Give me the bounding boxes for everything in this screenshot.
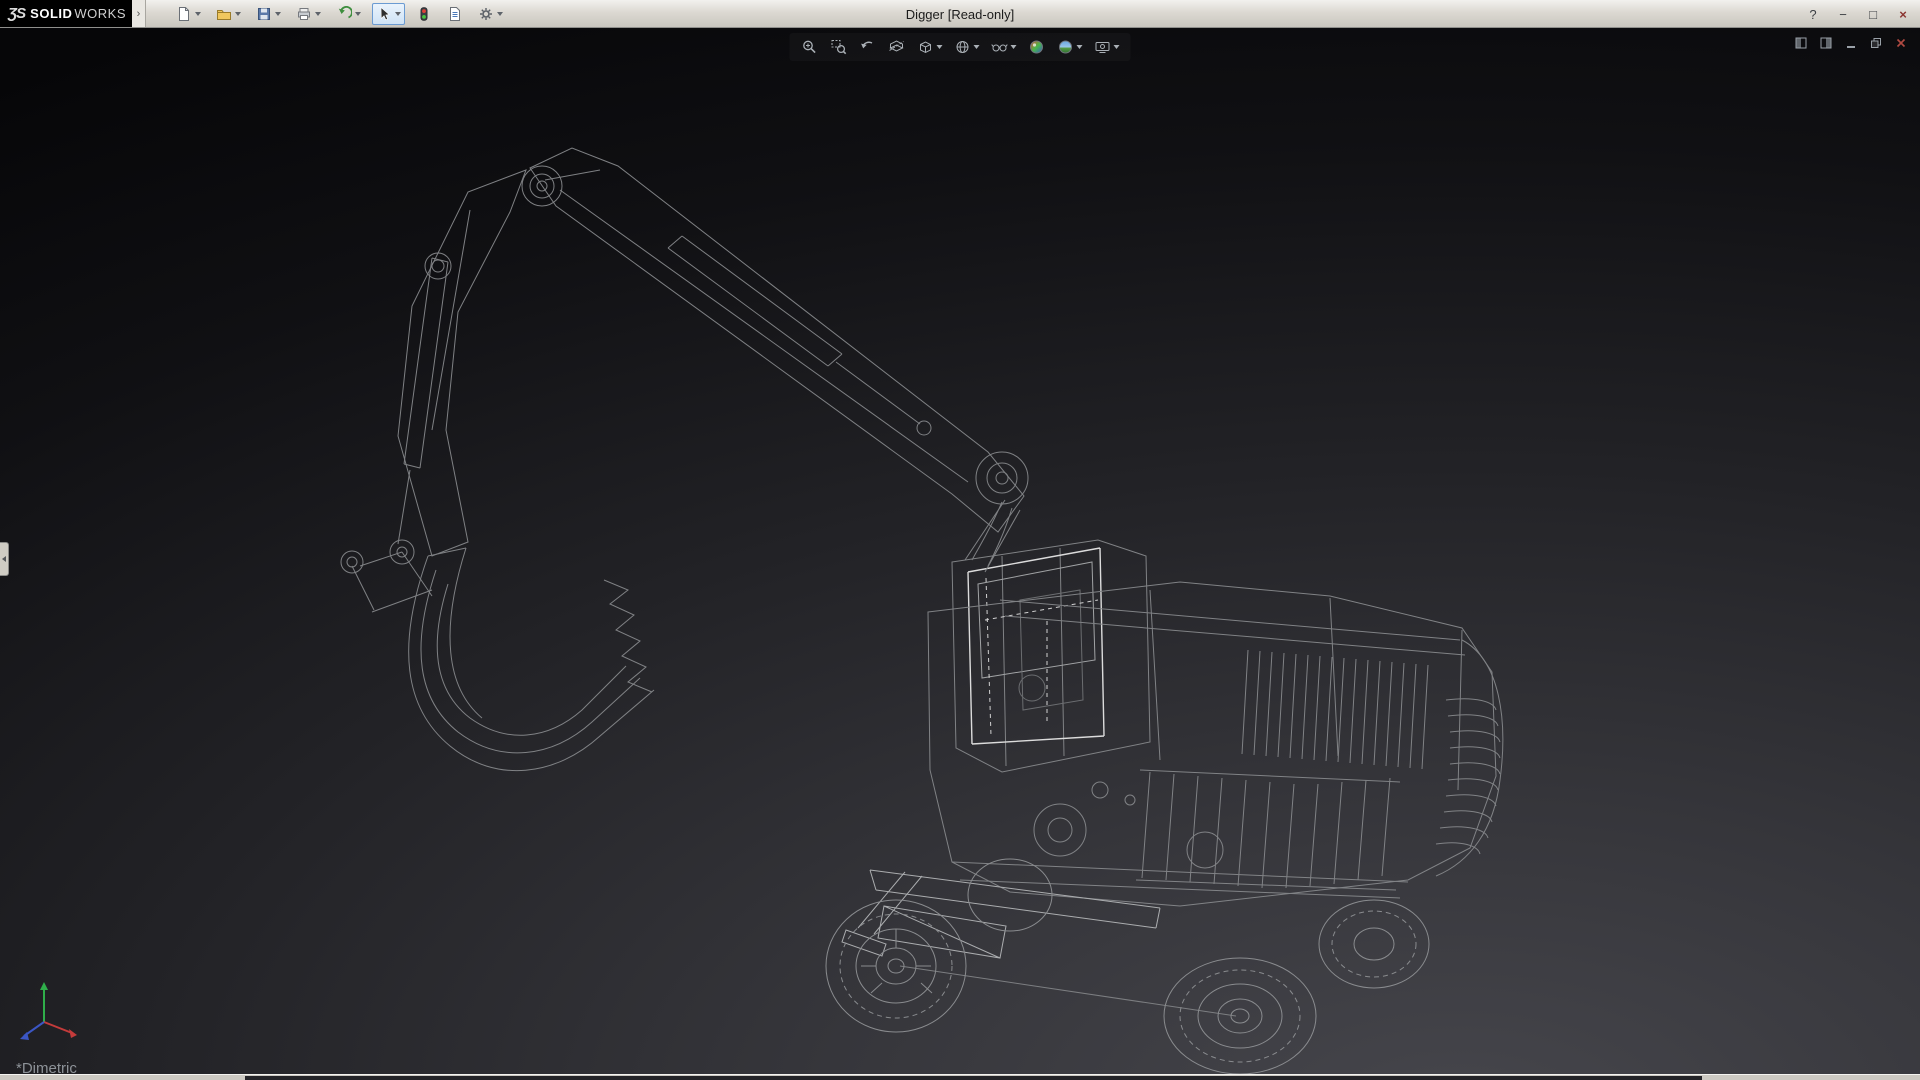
view-orientation-cube-icon <box>917 38 935 56</box>
chevron-down-icon[interactable] <box>275 12 281 16</box>
select-cursor-icon <box>376 6 392 22</box>
chevron-down-icon[interactable] <box>195 12 201 16</box>
section-view-button[interactable] <box>885 35 909 59</box>
help-button[interactable]: ? <box>1802 5 1824 23</box>
open-folder-icon <box>216 6 232 22</box>
digger-body[interactable] <box>928 500 1503 906</box>
headsup-view-toolbar <box>790 33 1131 61</box>
apply-scene-button[interactable] <box>1054 35 1086 59</box>
undo-button[interactable] <box>332 3 365 25</box>
bottom-bar <box>0 1074 1920 1080</box>
display-style-button[interactable] <box>951 35 983 59</box>
chevron-down-icon[interactable] <box>974 45 980 49</box>
chevron-down-icon[interactable] <box>395 12 401 16</box>
new-document-icon <box>176 6 192 22</box>
doc-close-button[interactable] <box>1892 35 1910 51</box>
orientation-label: *Dimetric <box>16 1060 77 1074</box>
chevron-down-icon[interactable] <box>1077 45 1083 49</box>
minimize-button[interactable]: − <box>1832 5 1854 23</box>
digger-boom-arm[interactable] <box>341 170 526 612</box>
digger-wheels[interactable] <box>826 859 1429 1074</box>
doc-window-left-button[interactable] <box>1792 35 1810 51</box>
standard-toolbar <box>146 0 507 27</box>
brand-solid: SOLID <box>30 6 72 21</box>
zoom-to-fit-button[interactable] <box>798 35 822 59</box>
titlebar: ƷS SOLIDWORKS › <box>0 0 1920 28</box>
edit-appearance-ball-icon <box>1028 38 1046 56</box>
chevron-down-icon[interactable] <box>1114 45 1120 49</box>
document-window-controls <box>1792 35 1910 51</box>
chevron-down-icon[interactable] <box>497 12 503 16</box>
doc-minimize-icon <box>1844 36 1858 50</box>
file-properties-icon <box>447 6 463 22</box>
display-style-icon <box>954 38 972 56</box>
doc-minimize-button[interactable] <box>1842 35 1860 51</box>
apply-scene-icon <box>1057 38 1075 56</box>
options-button[interactable] <box>474 3 507 25</box>
dassault-logo-icon: ƷS <box>8 5 25 22</box>
new-document-button[interactable] <box>172 3 205 25</box>
window-pane-left-icon <box>1794 36 1808 50</box>
digger-undercarriage[interactable] <box>842 870 1236 1016</box>
edit-appearance-button[interactable] <box>1025 35 1049 59</box>
doc-close-icon <box>1894 36 1908 50</box>
rebuild-trafficlight-icon <box>416 6 432 22</box>
restore-button[interactable]: □ <box>1862 5 1884 23</box>
digger-cab[interactable] <box>952 540 1150 772</box>
save-button[interactable] <box>252 3 285 25</box>
orientation-triad[interactable] <box>20 982 77 1040</box>
wireframe-digger-model[interactable] <box>0 28 1920 1074</box>
view-settings-icon <box>1094 38 1112 56</box>
brand-works: WORKS <box>74 6 126 21</box>
window-pane-right-icon <box>1819 36 1833 50</box>
chevron-down-icon[interactable] <box>315 12 321 16</box>
solidworks-logo: ƷS SOLIDWORKS <box>0 0 132 27</box>
menu-flyout-arrow[interactable]: › <box>132 0 146 27</box>
save-disk-icon <box>256 6 272 22</box>
file-properties-button[interactable] <box>443 3 467 25</box>
zoom-to-area-icon <box>830 38 848 56</box>
view-settings-button[interactable] <box>1091 35 1123 59</box>
section-view-icon <box>888 38 906 56</box>
digger-bucket[interactable] <box>409 548 654 771</box>
chevron-down-icon[interactable] <box>235 12 241 16</box>
bottom-scrollbar[interactable] <box>245 1076 1702 1080</box>
hide-show-items-button[interactable] <box>988 35 1020 59</box>
doc-window-right-button[interactable] <box>1817 35 1835 51</box>
doc-restore-button[interactable] <box>1867 35 1885 51</box>
previous-view-button[interactable] <box>856 35 880 59</box>
printer-icon <box>296 6 312 22</box>
rebuild-button[interactable] <box>412 3 436 25</box>
digger-boom-upper[interactable] <box>522 148 1028 566</box>
view-orientation-button[interactable] <box>914 35 946 59</box>
previous-view-icon <box>859 38 877 56</box>
zoom-to-fit-icon <box>801 38 819 56</box>
graphics-viewport[interactable]: *Dimetric <box>0 28 1920 1074</box>
zoom-to-area-button[interactable] <box>827 35 851 59</box>
hide-show-glasses-icon <box>991 38 1009 56</box>
options-gear-icon <box>478 6 494 22</box>
close-button[interactable]: × <box>1892 5 1914 23</box>
window-controls: ? − □ × <box>1802 0 1914 28</box>
panel-collapse-tab[interactable] <box>0 542 9 576</box>
select-button[interactable] <box>372 3 405 25</box>
chevron-down-icon[interactable] <box>937 45 943 49</box>
open-button[interactable] <box>212 3 245 25</box>
print-button[interactable] <box>292 3 325 25</box>
chevron-down-icon[interactable] <box>1011 45 1017 49</box>
chevron-down-icon[interactable] <box>355 12 361 16</box>
undo-arrow-icon <box>336 6 352 22</box>
doc-restore-icon <box>1869 36 1883 50</box>
